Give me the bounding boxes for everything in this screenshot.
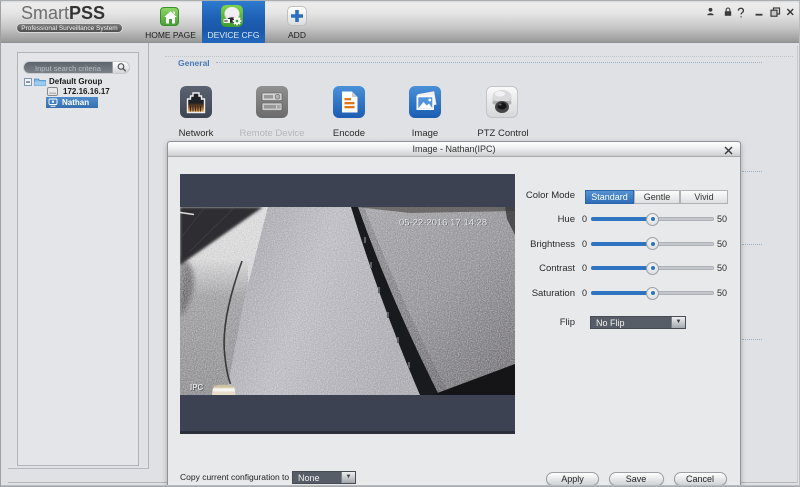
svg-text:05-22-2016 17:14:28: 05-22-2016 17:14:28 <box>399 218 487 229</box>
svg-text:IPC: IPC <box>190 383 204 392</box>
